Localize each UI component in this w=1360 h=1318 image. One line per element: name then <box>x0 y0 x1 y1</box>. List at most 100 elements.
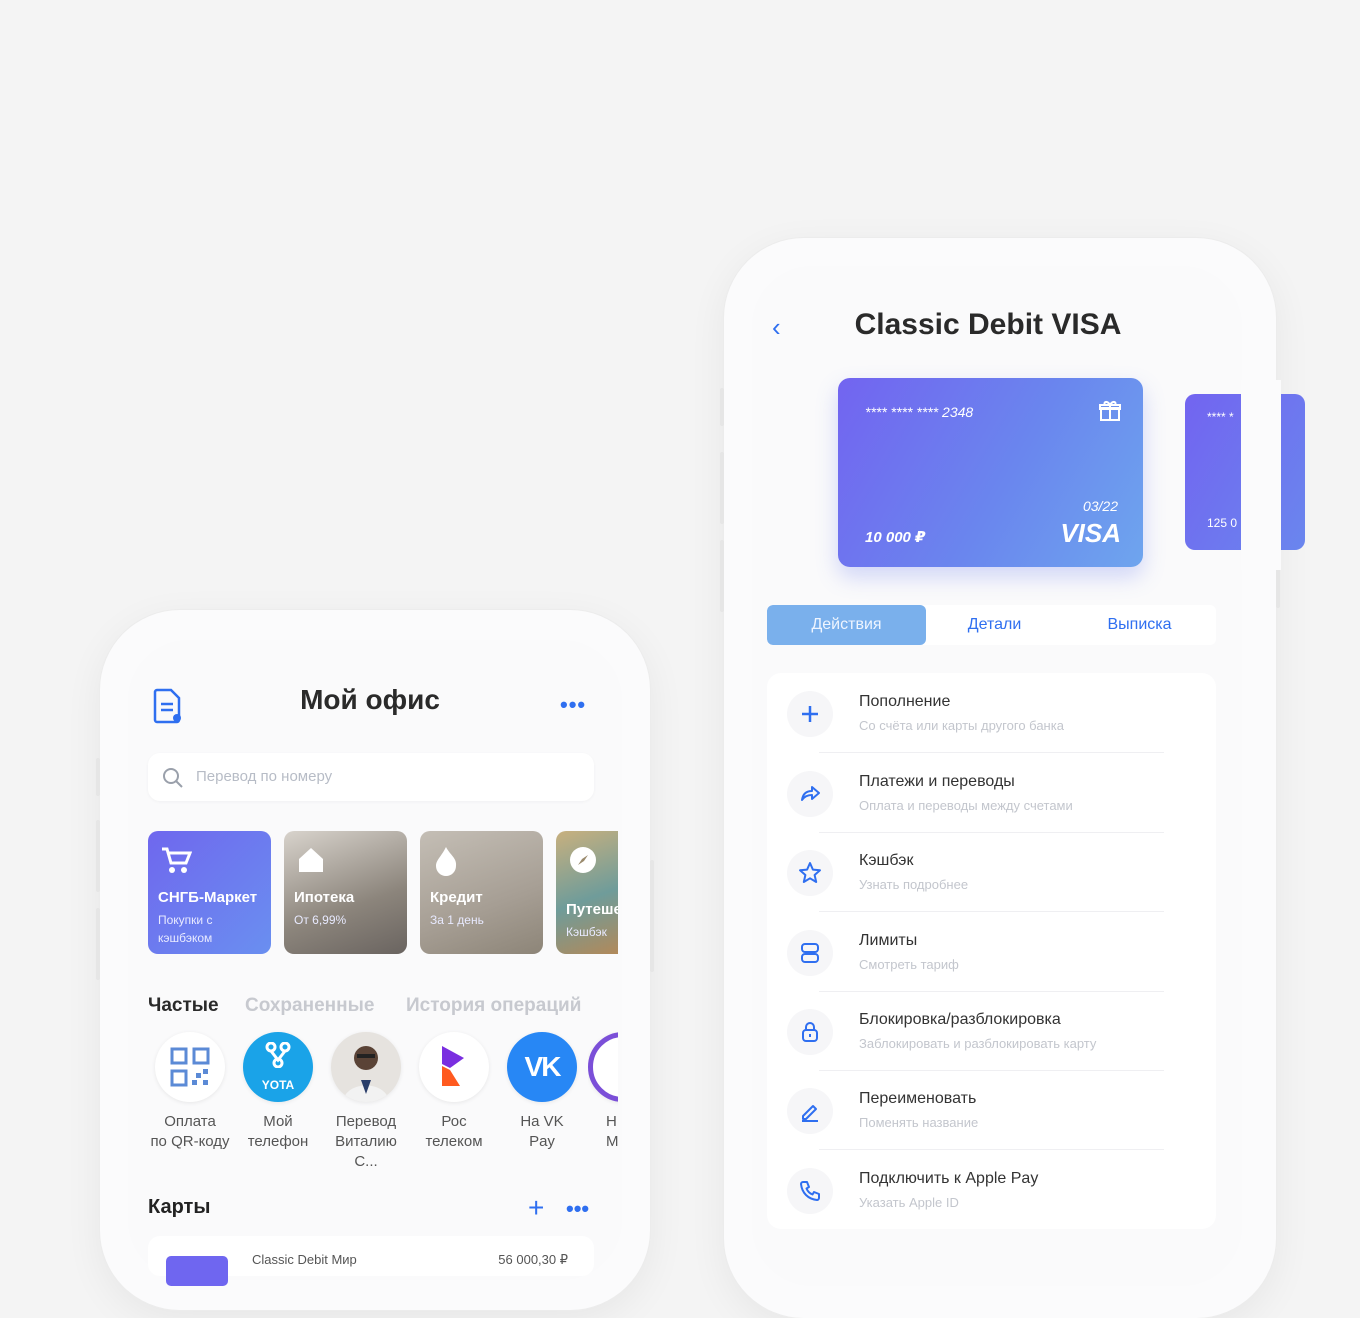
favorite-label-line2: М <box>606 1133 618 1150</box>
card-expiry: 03/22 <box>1082 498 1118 514</box>
left-phone-power-button <box>650 860 654 972</box>
action-title: Пополнение <box>859 693 951 710</box>
action-title: Лимиты <box>859 932 918 949</box>
plus-icon <box>787 691 833 737</box>
promo-subtitle: Кэшбэк <box>566 925 607 939</box>
vk-logo-icon: VK <box>507 1032 577 1102</box>
viber-logo-icon <box>588 1032 618 1102</box>
tab-frequent[interactable]: Частые <box>148 995 219 1017</box>
promo-market[interactable]: СНГБ-Маркет Покупки с кэшбэком <box>148 831 271 954</box>
yota-badge-text: YOTA <box>261 1078 295 1092</box>
action-subtitle: Указать Apple ID <box>859 1195 959 1210</box>
tab-statement[interactable]: Выписка <box>1063 605 1216 645</box>
cards-more-icon[interactable]: ••• <box>566 1196 589 1222</box>
person-avatar <box>331 1032 401 1102</box>
action-title: Кэшбэк <box>859 852 914 869</box>
promo-subtitle: За 1 день <box>430 913 484 927</box>
vk-badge-text: VK <box>524 1051 562 1082</box>
card-number: **** * <box>1207 410 1234 424</box>
action-title: Переименовать <box>859 1090 977 1107</box>
cart-icon <box>162 847 192 873</box>
search-icon <box>163 768 183 788</box>
lock-icon <box>787 1009 833 1055</box>
tab-details[interactable]: Детали <box>926 605 1063 645</box>
favorite-label-line1: На VK <box>520 1113 564 1130</box>
page-title: Мой офис <box>300 684 440 715</box>
action-subtitle: Узнать подробнее <box>859 877 969 892</box>
action-block[interactable]: Блокировка/разблокировка Заблокировать и… <box>767 991 1216 1071</box>
action-cashback[interactable]: Кэшбэк Узнать подробнее <box>767 832 1216 912</box>
flame-icon <box>436 847 457 876</box>
visa-logo: VISA <box>1060 518 1121 548</box>
document-icon[interactable] <box>153 688 181 724</box>
favorite-viber[interactable]: НМ <box>588 1032 618 1152</box>
favorite-my-phone[interactable]: YOTA Мой телефон <box>235 1032 321 1152</box>
favorite-person-transfer[interactable]: Перевод Виталию С... <box>323 1032 409 1172</box>
action-subtitle: Смотреть тариф <box>859 957 959 972</box>
actions-list: Пополнение Со счёта или карты другого ба… <box>767 673 1216 1229</box>
card-balance: 125 0 <box>1207 516 1238 530</box>
action-rename[interactable]: Переименовать Поменять название <box>767 1070 1216 1150</box>
left-phone-side-button <box>96 758 100 796</box>
action-payments[interactable]: Платежи и переводы Оплата и переводы меж… <box>767 753 1216 833</box>
favorite-label-line1: Мой <box>263 1113 293 1130</box>
cards-section-title: Карты <box>148 1196 211 1218</box>
card-list-item[interactable]: Classic Debit Мир 56 000,30 ₽ <box>148 1236 594 1286</box>
tab-history[interactable]: История операций <box>406 995 581 1017</box>
left-phone-volume-down <box>96 908 100 980</box>
left-phone-screen <box>128 640 622 1280</box>
phone-icon <box>787 1168 833 1214</box>
limits-icon <box>787 930 833 976</box>
promo-title: Ипотека <box>294 889 355 906</box>
screen-edge <box>1241 380 1281 570</box>
promo-subtitle: От 6,99% <box>294 913 347 927</box>
tab-actions[interactable]: Действия <box>767 605 926 645</box>
page-title: Classic Debit VISA <box>854 308 1122 341</box>
action-title: Платежи и переводы <box>859 773 1015 790</box>
promo-travel[interactable]: Путешествия Кэшбэк <box>556 831 618 954</box>
promo-title: Путешествия <box>566 901 618 918</box>
yota-logo-icon: YOTA <box>243 1032 313 1102</box>
action-limits[interactable]: Лимиты Смотреть тариф <box>767 912 1216 992</box>
right-phone-volume-up <box>720 452 724 524</box>
share-arrow-icon <box>787 771 833 817</box>
promo-title: СНГБ-Маркет <box>158 889 258 906</box>
action-subtitle: Оплата и переводы между счетами <box>859 798 1073 813</box>
favorite-label-line2: Виталию С... <box>335 1133 397 1170</box>
gift-icon[interactable] <box>1099 400 1121 422</box>
favorite-label-line2: телеком <box>425 1133 483 1150</box>
add-card-button[interactable]: + <box>528 1192 544 1224</box>
search-input[interactable]: Перевод по номеру <box>148 753 594 801</box>
promo-subtitle: Покупки с кэшбэком <box>158 913 213 945</box>
segmented-tabs: Действия Детали Выписка <box>767 605 1216 645</box>
favorite-qr-payment[interactable]: Оплата по QR-коду <box>147 1032 233 1152</box>
card-balance: 56 000,30 ₽ <box>498 1252 568 1267</box>
favorite-label-line2: Pay <box>529 1133 555 1150</box>
action-subtitle: Заблокировать и разблокировать карту <box>859 1036 1097 1051</box>
compass-icon <box>570 847 596 873</box>
left-phone-volume-up <box>96 820 100 892</box>
pencil-icon <box>787 1088 833 1134</box>
card-balance: 10 000 ₽ <box>865 529 926 546</box>
favorite-label-line2: телефон <box>247 1133 309 1150</box>
right-phone-volume-down <box>720 540 724 612</box>
house-icon <box>299 848 323 872</box>
search-placeholder: Перевод по номеру <box>196 768 333 785</box>
right-phone-side-button <box>720 388 724 426</box>
favorite-rostelecom[interactable]: Рос телеком <box>411 1032 497 1152</box>
promo-mortgage[interactable]: Ипотека От 6,99% <box>284 831 407 954</box>
tab-saved[interactable]: Сохраненные <box>245 995 374 1017</box>
back-button[interactable]: ‹ <box>772 312 781 343</box>
favorite-vk-pay[interactable]: VK На VK Pay <box>499 1032 585 1152</box>
action-subtitle: Поменять название <box>859 1115 979 1130</box>
favorite-label-line1: Н <box>606 1113 617 1130</box>
more-icon[interactable]: ••• <box>560 692 586 718</box>
bank-card[interactable]: **** **** **** 2348 03/22 10 000 ₽ VISA <box>838 378 1143 567</box>
action-apple-pay[interactable]: Подключить к Apple Pay Указать Apple ID <box>767 1150 1216 1230</box>
promo-credit[interactable]: Кредит За 1 день <box>420 831 543 954</box>
favorite-label-line1: Оплата <box>164 1113 216 1130</box>
favorite-label-line1: Перевод <box>335 1113 397 1130</box>
action-title: Подключить к Apple Pay <box>859 1170 1039 1187</box>
action-top-up[interactable]: Пополнение Со счёта или карты другого ба… <box>767 673 1216 753</box>
rostelecom-logo-icon <box>419 1032 489 1102</box>
